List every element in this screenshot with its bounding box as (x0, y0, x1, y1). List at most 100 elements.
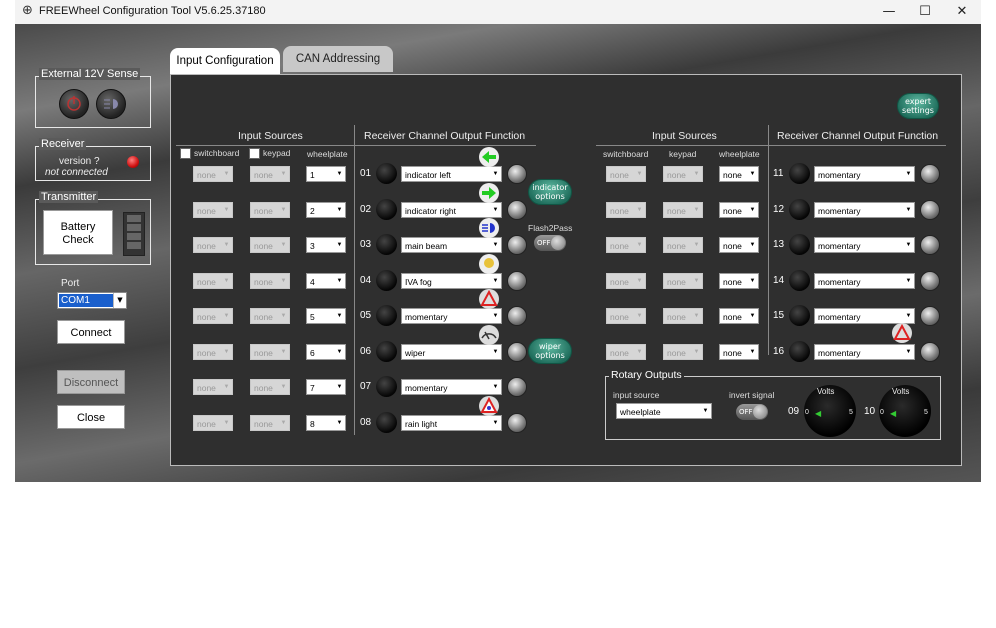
channel-test-button[interactable] (920, 306, 940, 326)
switchboard-select[interactable]: none ▼ (606, 202, 646, 218)
keypad-select[interactable]: none ▼ (250, 308, 290, 324)
channel-test-button[interactable] (920, 200, 940, 220)
channel-knob[interactable] (789, 270, 810, 291)
output-function-select[interactable]: momentary ▼ (401, 308, 502, 324)
rotary-input-source-select[interactable]: wheelplate ▼ (616, 403, 712, 419)
wheelplate-select[interactable]: 7 ▼ (306, 379, 346, 395)
output-function-select[interactable]: indicator right ▼ (401, 202, 502, 218)
channel-knob[interactable] (376, 270, 397, 291)
wheelplate-select[interactable]: 5 ▼ (306, 308, 346, 324)
channel-test-button[interactable] (507, 306, 527, 326)
keypad-select[interactable]: none ▼ (663, 202, 703, 218)
channel-test-button[interactable] (507, 271, 527, 291)
channel-test-button[interactable] (920, 342, 940, 362)
keypad-select[interactable]: none ▼ (663, 308, 703, 324)
channel-test-button[interactable] (920, 164, 940, 184)
channel-knob[interactable] (376, 199, 397, 220)
switchboard-select[interactable]: none ▼ (193, 237, 233, 253)
disconnect-button[interactable]: Disconnect (57, 370, 125, 394)
output-function-select[interactable]: momentary ▼ (814, 202, 915, 218)
output-function-select[interactable]: IVA fog ▼ (401, 273, 502, 289)
invert-signal-toggle[interactable]: OFF (736, 404, 768, 420)
switchboard-select[interactable]: none ▼ (193, 308, 233, 324)
wheelplate-select[interactable]: none ▼ (719, 344, 759, 360)
keypad-select[interactable]: none ▼ (250, 166, 290, 182)
wiper-options-button[interactable]: wiper options (528, 338, 572, 364)
wheelplate-select[interactable]: 6 ▼ (306, 344, 346, 360)
maximize-button[interactable]: ☐ (907, 0, 943, 24)
tab-input-configuration[interactable]: Input Configuration (170, 48, 280, 76)
channel-test-button[interactable] (507, 413, 527, 433)
tab-can-addressing[interactable]: CAN Addressing (283, 46, 393, 72)
switchboard-select[interactable]: none ▼ (193, 415, 233, 431)
channel-knob[interactable] (376, 412, 397, 433)
channel-knob[interactable] (789, 199, 810, 220)
output-function-select[interactable]: momentary ▼ (814, 273, 915, 289)
switchboard-select[interactable]: none ▼ (606, 344, 646, 360)
keypad-select[interactable]: none ▼ (663, 166, 703, 182)
output-function-select[interactable]: momentary ▼ (814, 237, 915, 253)
output-function-select[interactable]: indicator left ▼ (401, 166, 502, 182)
channel-test-button[interactable] (507, 200, 527, 220)
output-function-select[interactable]: momentary ▼ (814, 344, 915, 360)
connect-button[interactable]: Connect (57, 320, 125, 344)
keypad-select[interactable]: none ▼ (663, 344, 703, 360)
channel-test-button[interactable] (920, 271, 940, 291)
indicator-options-button[interactable]: indicator options (528, 179, 572, 205)
channel-knob[interactable] (789, 305, 810, 326)
wheelplate-select[interactable]: none ▼ (719, 202, 759, 218)
minimize-button[interactable]: — (871, 0, 907, 24)
wheelplate-select[interactable]: 3 ▼ (306, 237, 346, 253)
channel-knob[interactable] (376, 234, 397, 255)
channel-test-button[interactable] (507, 164, 527, 184)
output-function-select[interactable]: momentary ▼ (814, 166, 915, 182)
keypad-select[interactable]: none ▼ (250, 415, 290, 431)
channel-knob[interactable] (376, 305, 397, 326)
wheelplate-select[interactable]: 8 ▼ (306, 415, 346, 431)
keypad-select[interactable]: none ▼ (250, 237, 290, 253)
channel-test-button[interactable] (507, 235, 527, 255)
close-window-button[interactable]: ✕ (944, 0, 980, 24)
expert-settings-button[interactable]: expert settings (897, 93, 939, 119)
close-button[interactable]: Close (57, 405, 125, 429)
rotary-dial-10[interactable]: Volts 0 5 ◀ (879, 385, 931, 437)
switchboard-select[interactable]: none ▼ (606, 308, 646, 324)
keypad-select[interactable]: none ▼ (663, 237, 703, 253)
wheelplate-select[interactable]: none ▼ (719, 308, 759, 324)
wheelplate-select[interactable]: 1 ▼ (306, 166, 346, 182)
output-function-select[interactable]: main beam ▼ (401, 237, 502, 253)
rotary-dial-09[interactable]: Volts 0 5 ◀ (804, 385, 856, 437)
switchboard-checkbox[interactable] (180, 148, 191, 159)
wheelplate-select[interactable]: none ▼ (719, 237, 759, 253)
switchboard-select[interactable]: none ▼ (606, 273, 646, 289)
output-function-select[interactable]: wiper ▼ (401, 344, 502, 360)
battery-check-button[interactable]: Battery Check (43, 210, 113, 255)
channel-knob[interactable] (376, 376, 397, 397)
keypad-checkbox[interactable] (249, 148, 260, 159)
switchboard-select[interactable]: none ▼ (193, 379, 233, 395)
port-select[interactable]: COM1 ▼ (57, 292, 127, 309)
output-function-select[interactable]: rain light ▼ (401, 415, 502, 431)
channel-knob[interactable] (789, 234, 810, 255)
keypad-select[interactable]: none ▼ (250, 202, 290, 218)
keypad-select[interactable]: none ▼ (663, 273, 703, 289)
channel-knob[interactable] (376, 341, 397, 362)
channel-test-button[interactable] (507, 377, 527, 397)
flash2pass-toggle[interactable]: OFF (534, 235, 566, 251)
switchboard-select[interactable]: none ▼ (193, 166, 233, 182)
channel-test-button[interactable] (507, 342, 527, 362)
switchboard-select[interactable]: none ▼ (193, 202, 233, 218)
wheelplate-select[interactable]: 2 ▼ (306, 202, 346, 218)
channel-knob[interactable] (789, 341, 810, 362)
wheelplate-select[interactable]: none ▼ (719, 166, 759, 182)
keypad-select[interactable]: none ▼ (250, 379, 290, 395)
switchboard-select[interactable]: none ▼ (193, 273, 233, 289)
switchboard-select[interactable]: none ▼ (606, 166, 646, 182)
wheelplate-select[interactable]: 4 ▼ (306, 273, 346, 289)
switchboard-select[interactable]: none ▼ (193, 344, 233, 360)
output-function-select[interactable]: momentary ▼ (401, 379, 502, 395)
wheelplate-select[interactable]: none ▼ (719, 273, 759, 289)
keypad-select[interactable]: none ▼ (250, 273, 290, 289)
channel-knob[interactable] (789, 163, 810, 184)
keypad-select[interactable]: none ▼ (250, 344, 290, 360)
